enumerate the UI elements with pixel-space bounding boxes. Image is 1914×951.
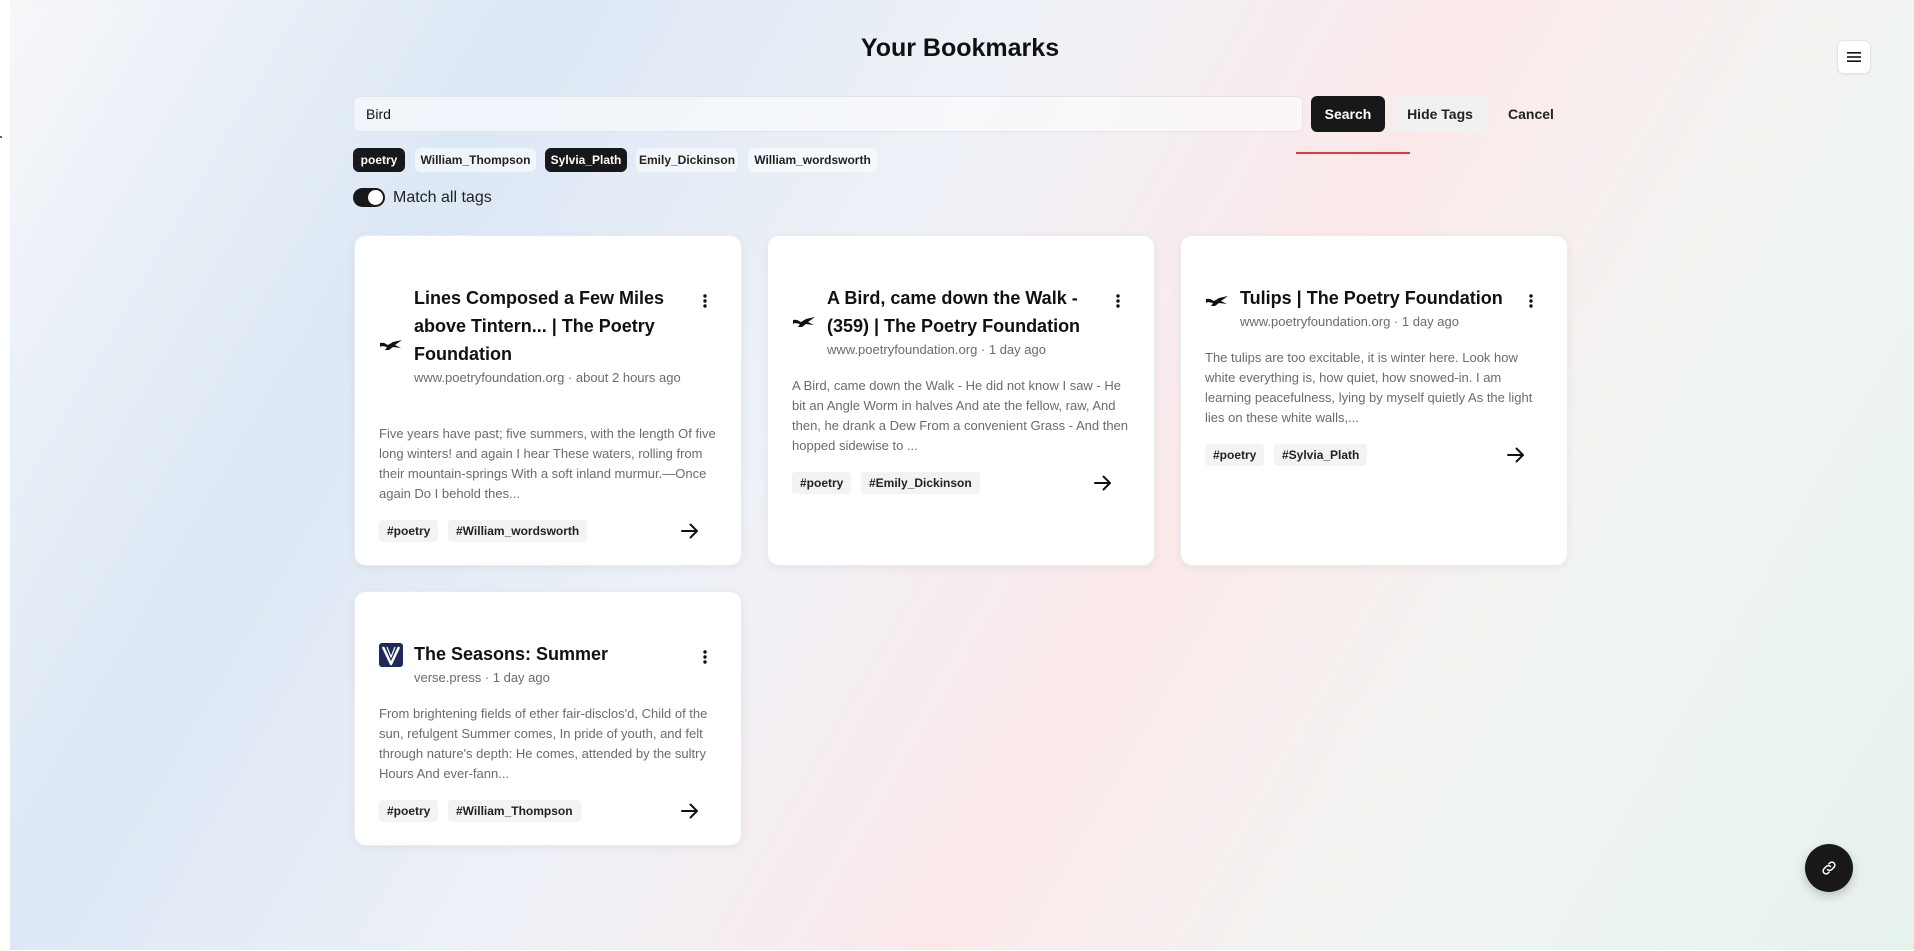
cancel-button[interactable]: Cancel: [1495, 96, 1567, 132]
search-button[interactable]: Search: [1311, 96, 1385, 132]
bookmark-tag[interactable]: #William_Thompson: [448, 800, 581, 822]
tag-filter-sylvia-plath[interactable]: Sylvia_Plath: [545, 148, 627, 172]
more-options-icon[interactable]: [695, 291, 715, 311]
match-all-toggle[interactable]: [353, 188, 385, 207]
bookmark-tag[interactable]: #poetry: [792, 472, 852, 494]
bookmark-tag[interactable]: #Emily_Dickinson: [861, 472, 980, 494]
red-underline: [1296, 152, 1410, 154]
bird-icon: [1205, 289, 1229, 313]
more-options-icon[interactable]: [1108, 291, 1128, 311]
match-all-label: Match all tags: [393, 189, 492, 206]
bookmark-title[interactable]: The Seasons: Summer: [414, 640, 669, 668]
hide-tags-button[interactable]: Hide Tags: [1393, 96, 1487, 132]
bookmark-meta: www.poetryfoundation.org · 1 day ago: [827, 342, 1046, 357]
arrow-right-icon[interactable]: [1091, 471, 1115, 495]
bookmark-meta: www.poetryfoundation.org · about 2 hours…: [414, 370, 681, 385]
bookmark-title[interactable]: Lines Composed a Few Miles above Tintern…: [414, 284, 669, 368]
tag-filter-emily-dickinson[interactable]: Emily_Dickinson: [636, 148, 738, 172]
link-icon: [1822, 861, 1836, 875]
search-input[interactable]: [353, 96, 1303, 132]
bookmark-description: The tulips are too excitable, it is wint…: [1205, 350, 1533, 425]
arrow-right-icon[interactable]: [1504, 443, 1528, 467]
bookmark-tag[interactable]: #poetry: [1205, 444, 1265, 466]
bookmark-meta: verse.press · 1 day ago: [414, 670, 550, 685]
more-options-icon[interactable]: [1521, 291, 1541, 311]
bookmark-description: From brightening fields of ether fair-di…: [379, 706, 708, 781]
bird-icon: [792, 310, 816, 334]
bookmark-card[interactable]: A Bird, came down the Walk - (359) | The…: [767, 235, 1155, 566]
bookmark-card[interactable]: Tulips | The Poetry Foundation www.poetr…: [1180, 235, 1568, 566]
bookmark-tag[interactable]: #poetry: [379, 520, 439, 542]
tag-filter-william-thompson[interactable]: William_Thompson: [415, 148, 536, 172]
bookmark-tag[interactable]: #poetry: [379, 800, 439, 822]
bird-icon: [379, 333, 403, 357]
bookmark-title[interactable]: Tulips | The Poetry Foundation: [1240, 284, 1510, 312]
arrow-right-icon[interactable]: [678, 519, 702, 543]
page-title: Your Bookmarks: [860, 34, 1060, 62]
bookmark-description: A Bird, came down the Walk - He did not …: [792, 378, 1129, 453]
verse-logo-icon: [379, 643, 403, 667]
bookmark-description: Five years have past; five summers, with…: [379, 426, 716, 501]
bookmark-tag[interactable]: #William_wordsworth: [448, 520, 588, 542]
edge-dot: [0, 136, 2, 138]
menu-button[interactable]: [1837, 40, 1871, 74]
tag-filter-poetry[interactable]: poetry: [353, 148, 405, 172]
bookmark-meta: www.poetryfoundation.org · 1 day ago: [1240, 314, 1459, 329]
bookmark-title[interactable]: A Bird, came down the Walk - (359) | The…: [827, 284, 1082, 340]
bookmark-card[interactable]: Lines Composed a Few Miles above Tintern…: [354, 235, 742, 566]
bookmark-card[interactable]: The Seasons: Summer verse.press · 1 day …: [354, 591, 742, 846]
hamburger-icon: [1847, 52, 1861, 62]
left-edge-strip: [0, 0, 10, 951]
bookmark-tag[interactable]: #Sylvia_Plath: [1274, 444, 1368, 466]
more-options-icon[interactable]: [695, 647, 715, 667]
add-link-button[interactable]: [1805, 844, 1853, 892]
toggle-knob: [368, 190, 383, 205]
tag-filter-william-wordsworth[interactable]: William_wordsworth: [748, 148, 877, 172]
arrow-right-icon[interactable]: [678, 799, 702, 823]
